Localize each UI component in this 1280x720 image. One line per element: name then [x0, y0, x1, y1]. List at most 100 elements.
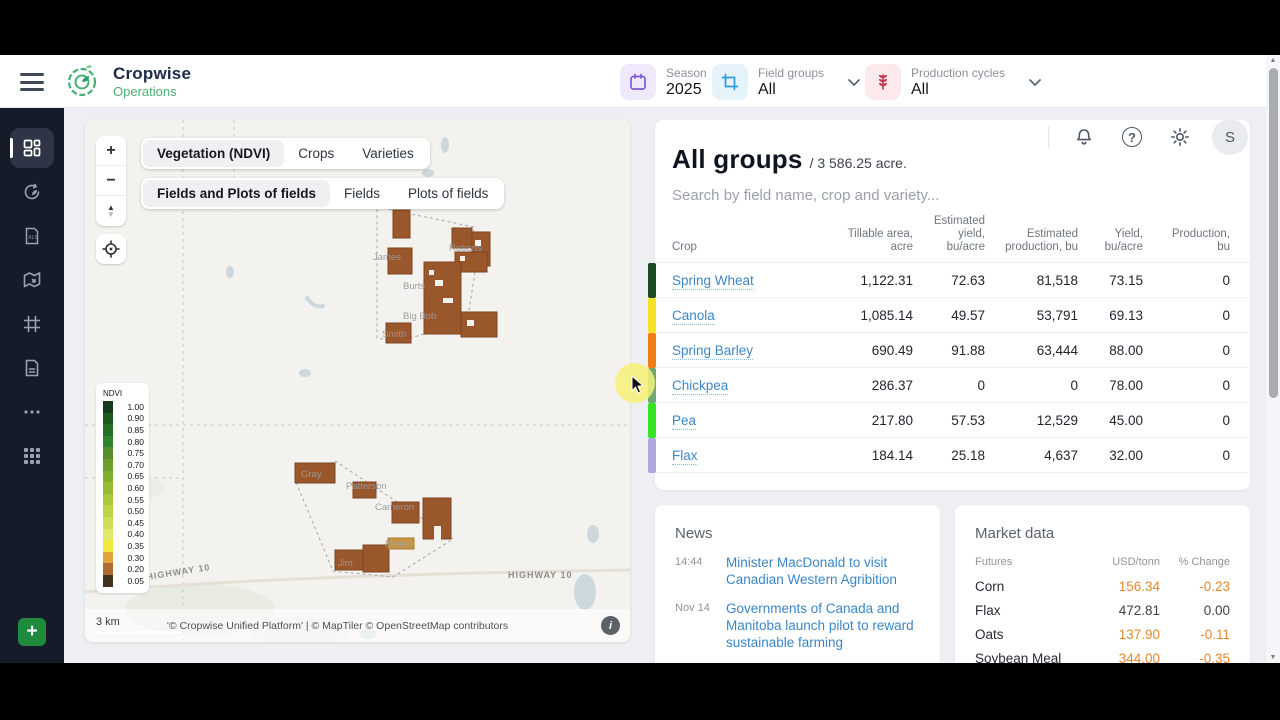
sidebar-item-documents[interactable]	[10, 348, 54, 388]
map-feature-tabs: Fields and Plots of fields Fields Plots …	[141, 178, 505, 209]
ndvi-swatch	[103, 574, 113, 587]
sidebar-item-more[interactable]	[10, 392, 54, 432]
notifications-bell-icon[interactable]	[1074, 127, 1094, 147]
ndvi-swatch	[103, 458, 113, 471]
document-icon	[25, 359, 39, 377]
hamburger-menu-icon[interactable]	[20, 73, 44, 91]
zoom-out-button[interactable]: −	[96, 166, 126, 196]
table-row: Spring Barley 690.49 91.88 63,444 88.00 …	[648, 333, 1250, 368]
sidebar-item-fields[interactable]	[10, 304, 54, 344]
highway-label-right: HIGHWAY 10	[508, 570, 573, 580]
sidebar-item-crop-rotation[interactable]	[10, 172, 54, 212]
production-cycles-value: All	[911, 80, 929, 98]
calendar-icon	[620, 64, 656, 100]
scroll-down-arrow[interactable]: ▼	[1266, 654, 1280, 661]
ndvi-legend-title: NDVI	[103, 389, 123, 398]
ndvi-swatch	[103, 516, 113, 529]
map-scale-label: 3 km	[96, 616, 120, 628]
plus-glyph: +	[26, 621, 38, 642]
letterbox-top	[0, 0, 1280, 55]
all-groups-panel: All groups / 3 586.25 acre. Crop Tillabl…	[648, 120, 1250, 490]
crop-link[interactable]: Flax	[672, 447, 698, 465]
locate-icon	[102, 240, 120, 258]
news-title: News	[675, 525, 713, 542]
zoom-in-button[interactable]: +	[96, 136, 126, 166]
help-icon[interactable]: ?	[1122, 127, 1142, 147]
news-widget: News 14:44 Minister MacDonald to visit C…	[655, 505, 940, 680]
news-link[interactable]: Governments of Canada and Manitoba launc…	[726, 600, 920, 651]
add-button[interactable]: +	[18, 618, 46, 646]
field-groups-icon	[712, 64, 748, 100]
crop-color-bar	[648, 263, 656, 298]
field-label-patterson: Patterson	[346, 481, 387, 492]
ndvi-swatch	[103, 435, 113, 448]
map[interactable]: James Burts Big Bob Smith Roberts Gray P…	[85, 120, 630, 642]
season-selector[interactable]: Season 2025	[620, 64, 707, 100]
ndvi-stop: 0.20	[103, 563, 144, 575]
tab-fields-and-plots[interactable]: Fields and Plots of fields	[143, 180, 331, 207]
production-cycles-selector[interactable]: Production cycles All	[865, 64, 1041, 100]
locate-me-button[interactable]	[96, 234, 126, 264]
tab-fields[interactable]: Fields	[330, 180, 394, 207]
plus-glyph: +	[106, 141, 116, 159]
tab-crops[interactable]: Crops	[284, 140, 348, 167]
chevron-down-icon	[1029, 78, 1041, 86]
mouse-cursor	[631, 375, 645, 394]
field-label-smith: Smith	[382, 329, 406, 340]
field-label-burts: Burts	[403, 281, 425, 292]
news-link[interactable]: Minister MacDonald to visit Canadian Wes…	[726, 554, 920, 588]
field-groups-selector[interactable]: Field groups All	[712, 64, 860, 100]
sidebar-item-xls-reports[interactable]: XLS	[10, 216, 54, 256]
search-input[interactable]	[672, 187, 1092, 204]
ndvi-stop: 0.55	[103, 493, 144, 506]
user-avatar[interactable]: S	[1212, 119, 1248, 155]
news-item: 14:44 Minister MacDonald to visit Canadi…	[655, 542, 940, 588]
scroll-up-arrow[interactable]: ▲	[1266, 57, 1280, 64]
scrollbar-thumb[interactable]	[1268, 68, 1278, 398]
crop-color-bar	[648, 333, 656, 368]
settings-gear-icon[interactable]	[1170, 127, 1190, 147]
ndvi-stop: 0.85	[103, 424, 144, 436]
crop-color-bar	[648, 298, 656, 333]
col-yield: Yield, bu/acre	[1104, 228, 1143, 253]
field-groups-label: Field groups	[758, 65, 825, 80]
arrow-down-glyph: ▼	[107, 210, 115, 219]
ndvi-swatch	[103, 528, 113, 541]
crop-link[interactable]: Canola	[672, 307, 715, 325]
field-label-cameron: Cameron	[375, 502, 414, 513]
crop-link[interactable]: Spring Wheat	[672, 272, 754, 290]
active-indicator	[10, 138, 13, 158]
page-scrollbar[interactable]: ▲ ▼	[1266, 55, 1280, 663]
sidebar: XLS +	[0, 108, 64, 720]
market-row: Oats 137.90 -0.11	[975, 626, 1230, 642]
compass-reset-button[interactable]: ▲ ▼	[96, 196, 126, 226]
panel-title-row: All groups / 3 586.25 acre.	[672, 144, 1233, 175]
field-label-jim: Jim	[338, 558, 353, 569]
sidebar-item-maps[interactable]	[10, 260, 54, 300]
ndvi-swatch	[103, 551, 113, 564]
sidebar-item-dashboard[interactable]	[10, 128, 54, 168]
tab-varieties[interactable]: Varieties	[348, 140, 428, 167]
production-cycles-label: Production cycles	[911, 65, 1006, 80]
table-row: Pea 217.80 57.53 12,529 45.00 0	[648, 403, 1250, 438]
crop-rotation-icon	[24, 183, 40, 200]
avatar-initial: S	[1224, 128, 1235, 146]
ndvi-swatch	[103, 540, 113, 552]
crop-link[interactable]: Chickpea	[672, 377, 729, 395]
ndvi-swatch	[103, 482, 113, 494]
ndvi-stop: 0.35	[103, 540, 144, 552]
production-cycles-icon	[865, 64, 901, 100]
map-layer-tabs: Vegetation (NDVI) Crops Varieties	[141, 138, 430, 169]
table-header: Crop Tillable area, acre Estimated yield…	[655, 206, 1250, 263]
crop-link[interactable]: Spring Barley	[672, 342, 754, 360]
header-divider	[1048, 126, 1049, 148]
tab-vegetation-ndvi[interactable]: Vegetation (NDVI)	[143, 140, 285, 167]
sidebar-item-apps[interactable]	[10, 436, 54, 476]
tab-plots-of-fields[interactable]: Plots of fields	[394, 180, 502, 207]
logo-line1: Cropwise	[113, 63, 192, 83]
market-row: Flax 472.81 0.00	[975, 602, 1230, 618]
info-icon[interactable]: i	[601, 616, 620, 635]
col-estimated-yield: Estimated yield, bu/acre	[933, 215, 985, 253]
crop-link[interactable]: Pea	[672, 412, 697, 430]
total-area: / 3 586.25 acre.	[809, 155, 907, 171]
